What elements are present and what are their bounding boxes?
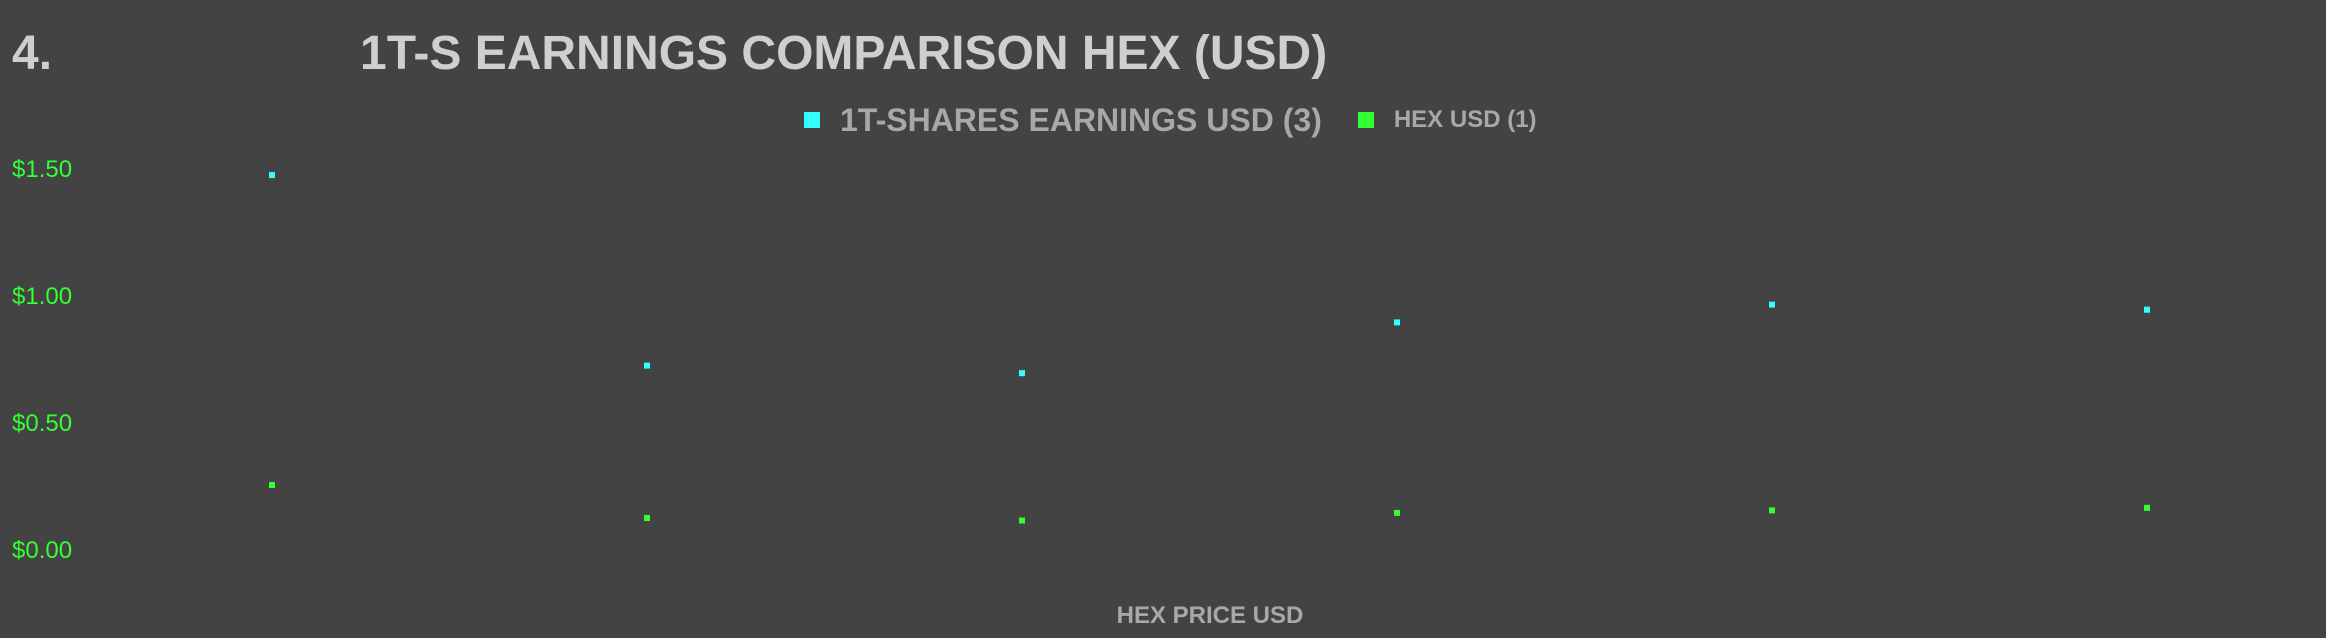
- earnings-point: [2144, 306, 2150, 313]
- hex-price-point: [2144, 504, 2150, 511]
- hex-price-point: [1769, 507, 1775, 514]
- earnings-point: [1394, 319, 1400, 326]
- earnings-point: [1019, 370, 1025, 377]
- earnings-point: [269, 172, 275, 179]
- earnings-point: [644, 362, 650, 369]
- earnings-point: [1769, 301, 1775, 308]
- hex-price-point: [644, 514, 650, 521]
- x-axis-label: HEX PRICE USD: [1116, 602, 1304, 629]
- hex-price-point: [269, 481, 275, 488]
- hex-price-point: [1019, 517, 1025, 524]
- hex-price-point: [1394, 509, 1400, 516]
- scatter-plot: [269, 172, 2150, 524]
